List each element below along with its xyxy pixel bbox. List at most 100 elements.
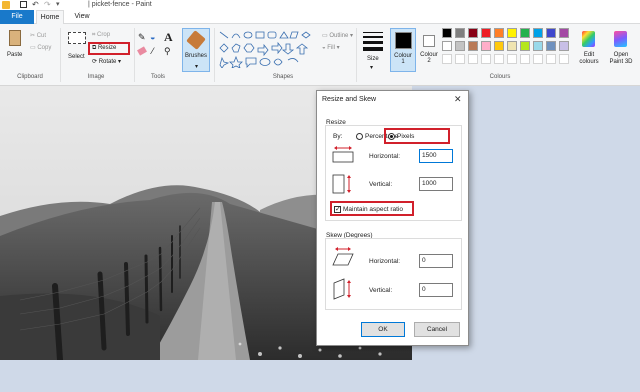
- colour-swatch[interactable]: [546, 28, 556, 38]
- colour-2-swatch: [423, 35, 435, 47]
- pixels-radio[interactable]: [388, 133, 395, 140]
- crop-button[interactable]: ⌗ Crop: [92, 32, 110, 39]
- maintain-aspect-option[interactable]: ✓ Maintain aspect ratio: [330, 201, 414, 216]
- skew-horizontal-input[interactable]: 0: [419, 254, 453, 268]
- colour-1-swatch: [395, 32, 412, 49]
- colour-swatch[interactable]: [494, 28, 504, 38]
- pixels-label[interactable]: Pixels: [397, 133, 414, 140]
- vertical-input[interactable]: 1000: [419, 177, 453, 191]
- shapes-gallery[interactable]: [218, 30, 322, 69]
- paste-button[interactable]: Paste: [4, 28, 26, 64]
- chevron-down-icon: ▾: [195, 64, 199, 70]
- line-size-icon: [363, 41, 383, 44]
- colour-swatch[interactable]: [481, 28, 491, 38]
- colour-swatch[interactable]: [507, 54, 517, 64]
- by-label: By:: [333, 133, 343, 140]
- skew-vertical-label: Vertical:: [369, 287, 393, 294]
- colour-swatch[interactable]: [559, 28, 569, 38]
- vertical-label: Vertical:: [369, 181, 393, 188]
- resize-button[interactable]: ⧉ Resize: [88, 42, 130, 55]
- colour-swatch[interactable]: [520, 41, 530, 51]
- colour-swatch[interactable]: [481, 41, 491, 51]
- colours-group-label: Colours: [489, 74, 511, 80]
- colour-swatch[interactable]: [455, 54, 465, 64]
- close-icon[interactable]: ✕: [454, 94, 462, 105]
- save-icon[interactable]: [20, 1, 27, 8]
- line-size-icon: [363, 47, 383, 51]
- ok-button[interactable]: OK: [361, 322, 405, 337]
- fill-bucket-icon[interactable]: ◒: [150, 32, 155, 42]
- magnifier-icon[interactable]: ⚲: [164, 46, 171, 57]
- tab-file[interactable]: File: [0, 10, 34, 24]
- line-size-icon: [363, 32, 383, 33]
- colour-swatch[interactable]: [442, 54, 452, 64]
- rotate-icon: ⟳: [92, 59, 99, 65]
- maintain-aspect-checkbox[interactable]: ✓: [334, 206, 341, 213]
- vertical-resize-icon: [332, 174, 351, 194]
- text-icon[interactable]: A: [164, 30, 173, 45]
- paint-3d-icon: [614, 31, 627, 47]
- color-picker-icon[interactable]: ⁄: [152, 46, 154, 56]
- customize-quick-access-icon[interactable]: ▾: [56, 0, 60, 8]
- colour-swatch[interactable]: [494, 41, 504, 51]
- maintain-aspect-label[interactable]: Maintain aspect ratio: [343, 206, 403, 213]
- colour-swatch[interactable]: [468, 41, 478, 51]
- tab-home[interactable]: Home: [36, 10, 64, 24]
- colour-swatch[interactable]: [520, 54, 530, 64]
- copy-button[interactable]: ▭ Copy: [30, 44, 51, 51]
- select-button[interactable]: Select: [66, 28, 88, 64]
- colour-swatch[interactable]: [468, 54, 478, 64]
- undo-icon[interactable]: ↶: [32, 0, 39, 9]
- colour-swatch[interactable]: [559, 54, 569, 64]
- colour-swatch[interactable]: [468, 28, 478, 38]
- colour-swatch[interactable]: [533, 54, 543, 64]
- pixels-option[interactable]: Pixels: [384, 128, 450, 144]
- divider: [356, 28, 357, 82]
- colour-swatch[interactable]: [507, 41, 517, 51]
- select-rectangle-icon: [68, 32, 86, 44]
- title-bar: ↶ ↷ ▾ | picket-fence - Paint: [0, 0, 640, 10]
- colour-swatch[interactable]: [533, 28, 543, 38]
- window-title: | picket-fence - Paint: [88, 1, 152, 8]
- colour-swatch[interactable]: [546, 41, 556, 51]
- cut-button[interactable]: ✂ Cut: [30, 32, 46, 39]
- horizontal-input[interactable]: 1500: [419, 149, 453, 163]
- outline-button[interactable]: ▭ Outline ▾: [322, 32, 353, 39]
- open-paint-3d-button[interactable]: Open Paint 3D: [604, 28, 638, 72]
- percentage-radio[interactable]: [356, 133, 363, 140]
- size-button[interactable]: Size ▾: [360, 28, 386, 72]
- redo-icon[interactable]: ↷: [44, 0, 51, 9]
- tab-view[interactable]: View: [68, 10, 96, 24]
- cancel-button[interactable]: Cancel: [414, 322, 460, 337]
- colour-palette: [442, 28, 576, 68]
- colour-swatch[interactable]: [546, 54, 556, 64]
- brushes-button[interactable]: Brushes ▾: [182, 28, 210, 72]
- dialog-title: Resize and Skew: [322, 96, 377, 103]
- colour-swatch[interactable]: [455, 28, 465, 38]
- pencil-icon[interactable]: ✎: [138, 32, 146, 43]
- colour-swatch[interactable]: [507, 28, 517, 38]
- colour-swatch[interactable]: [559, 41, 569, 51]
- colour-swatch[interactable]: [494, 54, 504, 64]
- fill-button[interactable]: ◒ Fill ▾: [322, 44, 340, 51]
- colour-swatch[interactable]: [533, 41, 543, 51]
- colour-2-button[interactable]: Colour 2: [418, 28, 440, 72]
- colour-swatch[interactable]: [442, 28, 452, 38]
- rotate-button[interactable]: ⟳ Rotate ▾: [92, 58, 121, 65]
- clipboard-group-label: Clipboard: [17, 74, 43, 80]
- colour-swatch[interactable]: [520, 28, 530, 38]
- skew-vertical-input[interactable]: 0: [419, 283, 453, 297]
- colour-swatch[interactable]: [442, 41, 452, 51]
- edit-colours-button[interactable]: Edit colours: [578, 28, 600, 72]
- horizontal-skew-icon: [332, 247, 354, 266]
- divider: [134, 28, 135, 82]
- horizontal-label: Horizontal:: [369, 153, 401, 160]
- colour-swatch[interactable]: [455, 41, 465, 51]
- colour-wheel-icon: [582, 31, 595, 47]
- colour-1-button[interactable]: Colour 1: [390, 28, 416, 72]
- divider: [214, 28, 215, 82]
- brush-icon: [186, 30, 206, 50]
- eraser-icon[interactable]: [137, 46, 147, 56]
- colour-swatch[interactable]: [481, 54, 491, 64]
- radio-dot: [390, 135, 393, 138]
